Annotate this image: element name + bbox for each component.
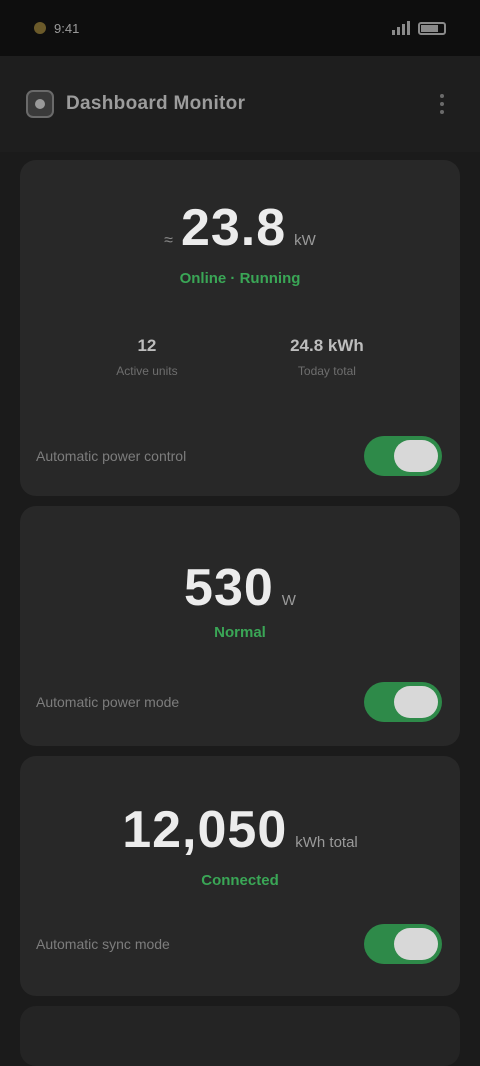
page-title: Dashboard Monitor xyxy=(66,93,246,114)
value-row: ≈ 23.8 kW xyxy=(20,198,460,258)
header-left: Dashboard Monitor xyxy=(26,90,245,118)
status-text: Connected xyxy=(201,872,279,889)
metric-unit: kW xyxy=(294,232,316,249)
stat-active-units: 12 Active units xyxy=(116,336,177,378)
total-metric-card: 12,050 kWh total Connected Automatic syn… xyxy=(20,756,460,996)
stat-today-total: 24.8 kWh Today total xyxy=(290,336,364,378)
toggle-label: Automatic sync mode xyxy=(36,936,170,952)
metric-unit: W xyxy=(281,592,296,609)
app-logo-icon xyxy=(26,90,54,118)
value-row: 12,050 kWh total xyxy=(20,800,460,860)
toggle-knob xyxy=(394,440,438,472)
sync-toggle[interactable] xyxy=(364,924,442,964)
status-text: Normal xyxy=(214,624,266,641)
battery-icon xyxy=(418,21,446,35)
status-left: 9:41 xyxy=(34,21,79,36)
status-text: Online · Running xyxy=(179,270,301,287)
secondary-metric-card: 530 W Normal Automatic power mode xyxy=(20,506,460,746)
metric-value: 530 xyxy=(184,559,274,617)
power-toggle[interactable] xyxy=(364,436,442,476)
metric-value: 23.8 xyxy=(180,199,287,257)
signal-icon xyxy=(392,21,410,35)
stats-row: 12 Active units 24.8 kWh Today total xyxy=(20,336,460,378)
status-right xyxy=(392,21,446,35)
power-toggle[interactable] xyxy=(364,682,442,722)
metric-unit: kWh total xyxy=(295,834,358,851)
stat-label: Active units xyxy=(116,364,178,378)
toggle-row: Automatic sync mode xyxy=(20,924,460,964)
app-header: Dashboard Monitor xyxy=(0,56,480,152)
metric-value: 12,050 xyxy=(122,801,288,859)
notification-dot-icon xyxy=(34,22,46,34)
stat-value: 12 xyxy=(137,336,157,355)
stat-value: 24.8 kWh xyxy=(290,336,364,355)
value-prefix: ≈ xyxy=(164,232,173,249)
main-metric-card: ≈ 23.8 kW Online · Running 12 Active uni… xyxy=(20,160,460,496)
toggle-knob xyxy=(394,928,438,960)
next-card-partial xyxy=(20,1006,460,1066)
value-row: 530 W xyxy=(20,558,460,618)
toggle-row: Automatic power mode xyxy=(20,682,460,722)
toggle-knob xyxy=(394,686,438,718)
toggle-label: Automatic power mode xyxy=(36,694,180,710)
toggle-label: Automatic power control xyxy=(36,448,187,464)
toggle-row: Automatic power control xyxy=(20,436,460,476)
status-time: 9:41 xyxy=(54,20,80,36)
more-menu-icon[interactable] xyxy=(430,92,454,116)
stat-label: Today total xyxy=(297,364,356,378)
status-bar: 9:41 xyxy=(0,0,480,56)
